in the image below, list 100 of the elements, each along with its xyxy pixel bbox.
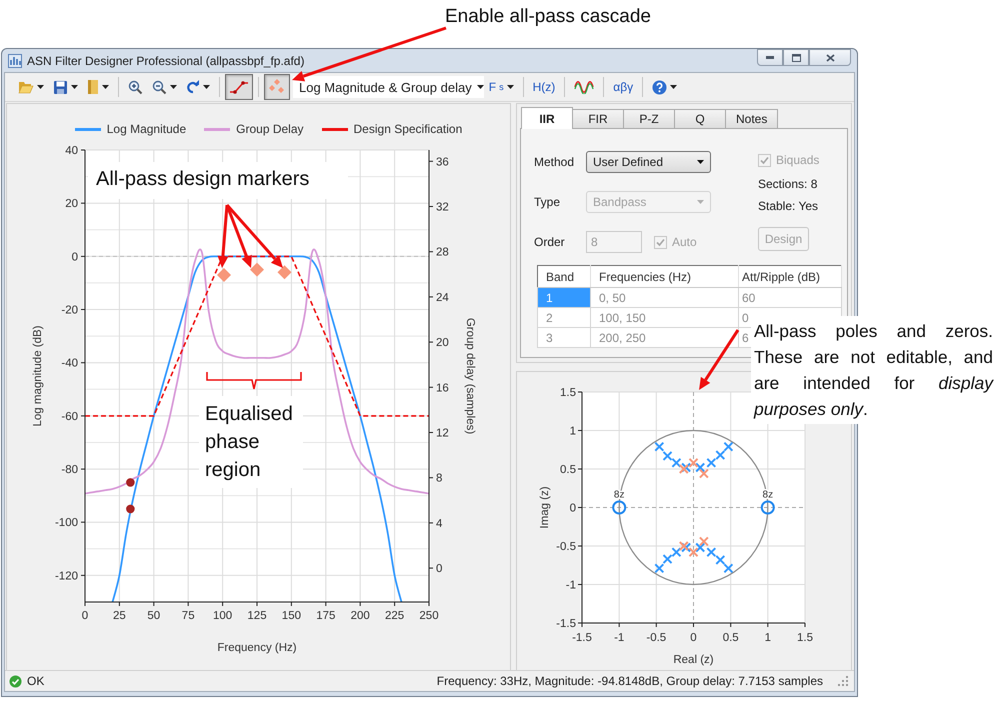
check-icon (9, 674, 22, 688)
tick-label: 25 (113, 610, 126, 622)
help-icon (652, 80, 668, 95)
tick-label: 150 (282, 610, 301, 622)
caret-icon (37, 85, 44, 90)
legend-swatch (204, 128, 230, 131)
caret-icon (670, 85, 678, 90)
tick-label: 8 (436, 473, 442, 486)
zoom-in-icon (128, 80, 143, 95)
checkbox-label: Biquads (776, 153, 820, 168)
tick-label: 225 (385, 610, 404, 622)
tick-label: 125 (247, 610, 267, 622)
field-label: Type (534, 195, 562, 210)
tick-label: 20 (65, 198, 78, 211)
callout-text: Equalised phase region (199, 396, 303, 488)
tick-label: 32 (436, 202, 449, 214)
caret-icon (476, 85, 484, 90)
close-icon (826, 54, 834, 62)
maximize-button[interactable] (783, 49, 809, 66)
tick-label: 0 (690, 632, 697, 644)
spec-toggle-button[interactable] (225, 74, 253, 100)
caret-icon (102, 85, 109, 90)
legend-label: Design Specification (354, 122, 462, 136)
caret-icon (506, 85, 514, 90)
close-button[interactable] (809, 49, 851, 66)
table-cell[interactable]: 60 (738, 288, 842, 308)
tick-label: -1.5 (572, 632, 592, 644)
checkbox-label: Auto (672, 235, 697, 250)
table-cell[interactable]: 2 (538, 308, 590, 328)
tick-label: 1 (764, 632, 771, 644)
column-header: Att/Ripple (dB) (738, 266, 842, 288)
column-header: Frequencies (Hz) (590, 266, 738, 288)
tick-label: -80 (61, 464, 78, 476)
legend-label: Group Delay (236, 122, 304, 136)
tick-label: 36 (436, 156, 449, 169)
save-icon (53, 80, 68, 95)
tick-label: 1.5 (797, 632, 813, 644)
status-readout: Frequency: 33Hz, Magnitude: -94.8148dB, Group delay: 7.7153 samples (436, 674, 823, 688)
sections-text: Sections: 8 (758, 177, 818, 192)
tick-label: 1 (570, 426, 576, 438)
axis-title: Real (z) (673, 654, 714, 666)
caret-icon (71, 85, 78, 90)
tick-label: 100 (213, 610, 232, 622)
tick-label: -1 (566, 580, 576, 592)
table-cell[interactable]: 200, 250 (590, 328, 738, 348)
callout-arrow (699, 329, 740, 390)
book-icon (87, 79, 99, 96)
axis-title: Log magnitude (dB) (32, 326, 44, 427)
table-cell[interactable]: 3 (538, 328, 590, 348)
status-text: OK (27, 674, 44, 688)
caret-icon (170, 85, 177, 90)
tick-label: 0 (570, 502, 576, 515)
tick-label: 20 (436, 338, 449, 350)
tick-label: -120 (54, 570, 78, 583)
window-title: ASN Filter Designer Professional (allpassbpf_fp.afd) (27, 54, 306, 68)
allpass-toggle-button[interactable] (264, 74, 290, 100)
tick-label: -100 (54, 518, 78, 530)
line-graph-icon (229, 80, 249, 94)
table-cell[interactable]: 100, 150 (590, 308, 738, 328)
tick-label: -20 (61, 304, 78, 317)
axis-title: Group delay (samples) (464, 318, 476, 435)
tab[interactable]: FIR (572, 109, 624, 128)
legend-swatch (322, 128, 348, 131)
tick-label: 0.5 (560, 464, 576, 476)
tab[interactable]: IIR (521, 107, 573, 130)
tick-label: 50 (147, 610, 160, 622)
tick-label: 16 (436, 382, 449, 395)
tick-label: 75 (182, 610, 195, 622)
toolbar-button[interactable]: αβγ (609, 75, 638, 100)
zoom-out-icon (152, 80, 167, 95)
tick-label: 0 (72, 252, 78, 264)
tick-label: 1.5 (560, 387, 576, 400)
caret-icon (697, 160, 704, 164)
tab[interactable]: P-Z (623, 109, 675, 128)
waveform-icon (574, 80, 594, 94)
tab[interactable]: Q (674, 109, 726, 128)
app-icon (8, 54, 22, 68)
tick-label: 0 (436, 564, 442, 576)
minimize-button[interactable] (757, 49, 783, 66)
table-cell[interactable]: 1 (538, 288, 590, 308)
legend-label: Log Magnitude (106, 122, 186, 136)
field-label: Order (534, 235, 566, 250)
tick-label: 12 (436, 428, 449, 440)
tick-label: -40 (61, 358, 78, 370)
axis-title: Imag (z) (539, 486, 551, 529)
caret-icon (697, 200, 704, 204)
tick-label: 200 (350, 610, 370, 622)
tick-label: 24 (436, 292, 449, 304)
callout-text: Enable all-pass cascade (445, 6, 651, 28)
tab[interactable]: Notes (725, 109, 778, 128)
table-cell[interactable]: 0, 50 (590, 288, 738, 308)
tick-label: -1 (614, 632, 624, 644)
toolbar-button[interactable]: H(z) (528, 75, 560, 100)
diamonds-icon (268, 79, 286, 96)
view-dropdown[interactable]: Log Magnitude & Group delay (293, 76, 484, 98)
dropdown[interactable]: User Defined (586, 151, 711, 174)
tick-label: 0 (82, 610, 88, 622)
tick-label: 4 (436, 518, 442, 530)
tick-label: -60 (61, 411, 78, 424)
tick-label: 28 (436, 247, 449, 260)
